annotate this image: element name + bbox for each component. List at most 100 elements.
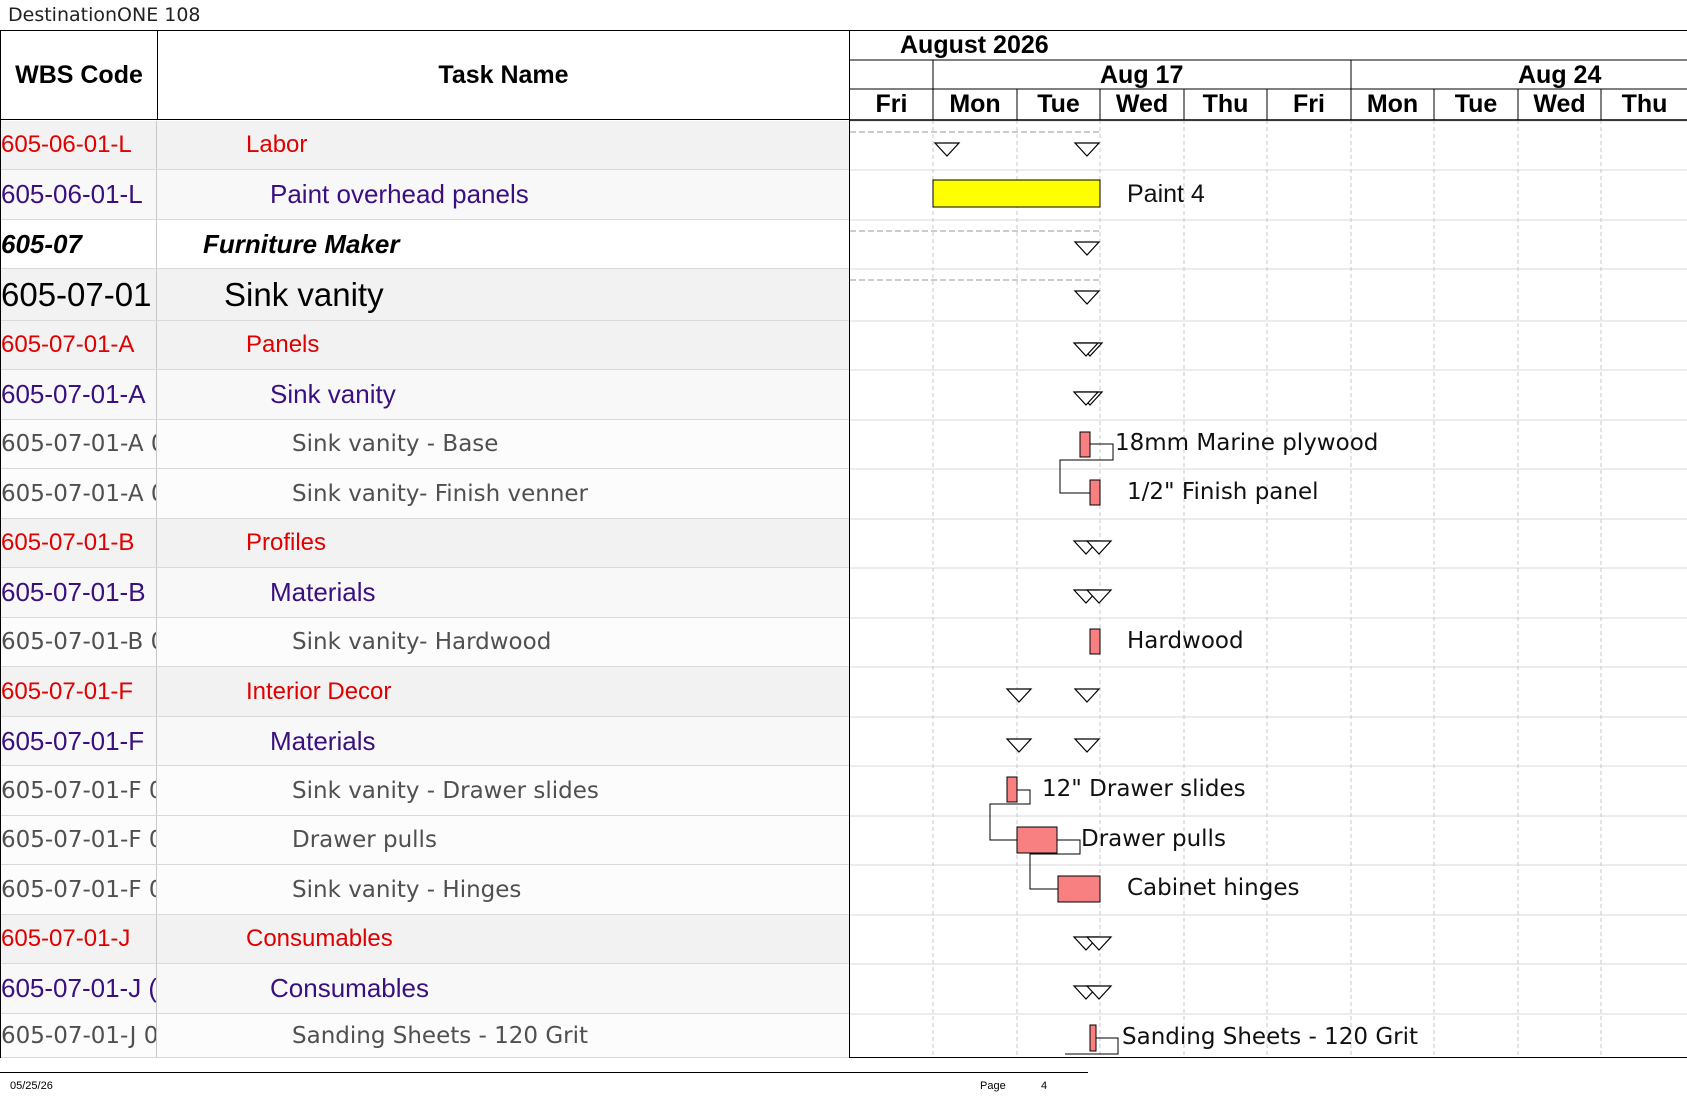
summary-marker-icon [1005, 738, 1033, 753]
table-row[interactable]: 605-07-01-F 0 Sink vanity - Drawer slides [1, 766, 850, 816]
gantt-canvas [850, 59, 1687, 1058]
base-bar-label: 18mm Marine plywood [1115, 430, 1379, 456]
task-name-cell: Sink vanity - Base [292, 431, 499, 457]
table-row[interactable]: 605-07-01-F Interior Decor [1, 667, 850, 717]
table-row[interactable]: 605-07-01-J Consumables [1, 915, 850, 964]
pulls-bar-label: Drawer pulls [1081, 826, 1226, 852]
task-name-cell: Profiles [246, 529, 327, 556]
task-name-cell: Sink vanity [270, 379, 396, 409]
wbs-code-cell: 605-07-01-A [1, 370, 157, 419]
task-name-cell: Paint overhead panels [270, 179, 529, 209]
gantt-chart: August 2026 Aug 17 Aug 24 Fri Mon Tue Wed Th… [849, 30, 1687, 1058]
document-title: DestinationONE 108 [8, 4, 201, 26]
footer-page-number: 4 [1041, 1080, 1048, 1092]
wbs-code-cell: 605-07-01-J ( [1, 964, 157, 1013]
gantt-day-label: Fri [875, 89, 908, 118]
hinges-task-bar [1057, 875, 1101, 903]
summary-marker-icon [1073, 142, 1101, 157]
gantt-day-label: Tue [1037, 89, 1080, 118]
table-row[interactable]: 605-07-01-B Profiles [1, 519, 850, 568]
summary-marker-icon [1005, 688, 1033, 703]
wbs-code-cell: 605-07-01-J [1, 915, 157, 963]
table-row[interactable]: 605-07-01-J (Consumables [1, 964, 850, 1014]
summary-marker-icon [1073, 688, 1101, 703]
wbs-code-cell: 605-07-01-B [1, 568, 157, 617]
summary-marker-icon [1073, 241, 1101, 256]
task-name-cell: Materials [270, 577, 376, 607]
table-row[interactable]: 605-07-01-B 0 Sink vanity- Hardwood [1, 618, 850, 667]
task-name-cell: Labor [246, 131, 308, 158]
hardwood-bar-label: Hardwood [1127, 628, 1244, 654]
table-row[interactable]: 605-07-01-F 0 Sink vanity - Hinges [1, 865, 850, 915]
table-row[interactable]: 605-07 Furniture Maker [1, 220, 850, 269]
gantt-week-label-2: Aug 24 [1518, 61, 1602, 89]
gantt-day-label: Fri [1293, 89, 1325, 118]
sanding-bar-label: Sanding Sheets - 120 Grit [1122, 1024, 1419, 1050]
hardwood-task-bar [1089, 628, 1101, 655]
table-row[interactable]: 605-07-01-A Sink vanity [1, 370, 850, 420]
task-name-cell: Consumables [246, 925, 393, 952]
paint-task-bar [932, 179, 1101, 208]
gantt-day-label: Thu [1621, 89, 1668, 118]
gantt-month-label: August 2026 [900, 31, 1049, 59]
base-task-bar [1079, 431, 1091, 458]
wbs-code-cell: 605-07-01-A 0 [1, 469, 157, 518]
finish-task-bar [1089, 479, 1101, 506]
task-table: WBS Code Task Name 605-06-01-L Labor 605-0… [0, 30, 850, 1058]
table-row[interactable]: 605-07-01-J 01 Sanding Sheets - 120 Grit [1, 1014, 850, 1058]
task-name-cell: Interior Decor [246, 677, 392, 705]
gantt-day-label: Wed [1533, 89, 1586, 118]
wbs-code-cell: 605-07-01-F 0 [1, 816, 157, 864]
task-name-cell: Sink vanity [224, 275, 384, 313]
footer-divider [0, 1072, 1088, 1073]
task-name-cell: Drawer pulls [292, 827, 437, 853]
footer-date: 05/25/26 [10, 1080, 53, 1092]
table-row[interactable]: 605-07-01 Sink vanity [1, 269, 850, 321]
task-name-column-header[interactable]: Task Name [158, 31, 849, 119]
wbs-code-cell: 605-07-01-A 0 [1, 420, 157, 468]
pulls-task-bar [1016, 826, 1058, 854]
gantt-week-label-1: Aug 17 [1100, 61, 1184, 89]
gantt-day-label: Wed [1115, 89, 1169, 118]
finish-bar-label: 1/2" Finish panel [1127, 479, 1319, 505]
table-row[interactable]: 605-07-01-F 0 Drawer pulls [1, 816, 850, 865]
wbs-code-cell: 605-07 [1, 220, 157, 268]
task-name-cell: Sink vanity - Hinges [292, 876, 522, 903]
gantt-day-label: Mon [949, 89, 1001, 118]
task-name-cell: Sink vanity- Hardwood [292, 629, 552, 655]
table-row[interactable]: 605-07-01-A 0 Sink vanity- Finish venner [1, 469, 850, 519]
table-row[interactable]: 605-07-01-F Materials [1, 717, 850, 766]
task-name-cell: Materials [270, 725, 376, 756]
summary-marker-icon [1073, 738, 1101, 753]
task-name-cell: Sanding Sheets - 120 Grit [292, 1022, 589, 1049]
wbs-code-cell: 605-07-01-F [1, 667, 157, 716]
table-row[interactable]: 605-07-01-A Panels [1, 321, 850, 370]
gantt-day-label: Tue [1454, 89, 1498, 118]
wbs-code-cell: 605-07-01 [1, 269, 157, 320]
wbs-column-header[interactable]: WBS Code [1, 31, 158, 119]
table-row[interactable]: 605-07-01-B Materials [1, 568, 850, 618]
table-row[interactable]: 605-06-01-L Paint overhead panels [1, 170, 850, 220]
paint-bar-label: Paint 4 [1127, 180, 1205, 208]
gantt-day-label: Thu [1202, 89, 1249, 118]
task-name-cell: Sink vanity- Finish venner [292, 480, 589, 507]
task-name-cell: Furniture Maker [203, 228, 400, 259]
wbs-code-cell: 605-07-01-F 0 [1, 766, 157, 815]
hinges-bar-label: Cabinet hinges [1127, 875, 1300, 901]
task-name-cell: Sink vanity - Drawer slides [292, 777, 599, 804]
wbs-code-cell: 605-06-01-L [1, 170, 157, 219]
wbs-code-cell: 605-07-01-F [1, 717, 157, 765]
task-name-cell: Panels [246, 331, 320, 358]
footer-page-label: Page [980, 1080, 1006, 1092]
table-row[interactable]: 605-07-01-A 0 Sink vanity - Base [1, 420, 850, 469]
summary-marker-icon [933, 142, 961, 157]
table-row[interactable]: 605-06-01-L Labor [1, 121, 850, 170]
table-header: WBS Code Task Name [1, 31, 850, 120]
summary-marker-icon [1073, 290, 1101, 305]
sanding-task-bar [1089, 1024, 1097, 1052]
gantt-day-label: Mon [1366, 89, 1419, 118]
slides-task-bar [1006, 776, 1018, 803]
wbs-code-cell: 605-07-01-B 0 [1, 618, 157, 666]
wbs-code-cell: 605-07-01-B [1, 519, 157, 567]
wbs-code-cell: 605-07-01-A [1, 321, 157, 369]
